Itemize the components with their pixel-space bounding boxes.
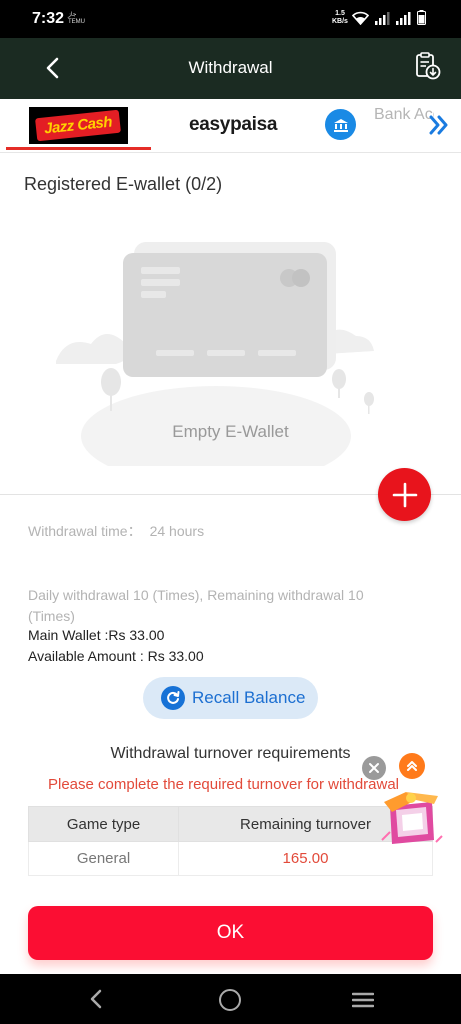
withdrawal-page: 7:32 جاز TEMU 1.5 KB/s Withdrawal Jazz C… [0, 0, 461, 1024]
close-icon [369, 763, 379, 773]
withdrawal-record-button[interactable] [412, 51, 444, 83]
table-header-row: Game type Remaining turnover [28, 806, 433, 842]
nav-home-icon[interactable] [219, 989, 241, 1011]
withdrawal-time: Withdrawal time： 24 hours [28, 521, 204, 541]
add-ewallet-button[interactable] [378, 468, 431, 521]
page-title: Withdrawal [188, 58, 273, 77]
withdrawal-time-label: Withdrawal time： [28, 523, 142, 539]
signal-icon [375, 12, 390, 25]
plus-icon [392, 482, 417, 507]
notification-temu: TEMU [68, 19, 85, 25]
status-bar: 7:32 جاز TEMU 1.5 KB/s [0, 0, 461, 38]
notification-jazz: جاز [68, 12, 77, 18]
withdrawal-time-value: 24 hours [149, 523, 205, 539]
notification-icons: جاز TEMU [68, 12, 85, 26]
column-header-game-type: Game type [28, 806, 179, 842]
network-speed-unit: KB/s [332, 18, 348, 25]
turnover-table: Game type Remaining turnover General 165… [28, 806, 433, 876]
tab-bank-account[interactable] [325, 109, 356, 140]
refresh-icon [161, 686, 185, 710]
turnover-title: Withdrawal turnover requirements [110, 745, 351, 762]
tabs-scroll-right-button[interactable] [426, 113, 452, 137]
system-status-icons [352, 10, 426, 25]
withdrawal-record-icon [416, 52, 441, 80]
scroll-top-button[interactable] [399, 753, 425, 779]
payment-channel-tabs: Jazz Cash easypaisa Bank Account [0, 99, 461, 153]
registered-ewallet-title: Registered E-wallet (0/2) [24, 174, 223, 194]
recall-balance-button[interactable]: Recall Balance [143, 677, 318, 719]
signal-2-icon [396, 12, 411, 25]
empty-wallet-text: Empty E-Wallet [172, 422, 289, 441]
nav-back-icon[interactable] [86, 988, 108, 1010]
status-time: 7:32 [32, 10, 65, 27]
close-promo-button[interactable] [362, 756, 386, 780]
double-chevron-right-icon [429, 115, 448, 135]
turnover-warning: Please complete the required turnover fo… [48, 776, 400, 793]
cell-game-type: General [28, 841, 179, 876]
daily-withdrawal-limit: Daily withdrawal 10 (Times), Remaining w… [28, 587, 364, 624]
system-nav-bar [0, 974, 461, 1024]
jazzcash-logo: Jazz Cash [35, 109, 122, 142]
chevron-up-icon [407, 761, 417, 771]
gift-icon[interactable] [376, 782, 446, 852]
recall-balance-label: Recall Balance [192, 688, 306, 707]
app-header: Withdrawal [0, 38, 461, 99]
nav-recents-icon[interactable] [352, 992, 374, 1008]
table-row: General 165.00 [28, 841, 433, 876]
tab-jazzcash[interactable]: Jazz Cash [29, 107, 128, 144]
network-speed-value: 1.5 [335, 10, 345, 17]
available-amount: Available Amount : Rs 33.00 [28, 648, 204, 664]
main-wallet-balance: Main Wallet :Rs 33.00 [28, 627, 165, 643]
bank-icon [333, 118, 348, 132]
wifi-icon [352, 11, 369, 25]
network-speed: 1.5 KB/s [332, 10, 348, 26]
tab-bank-account-label[interactable]: Bank Account [374, 105, 434, 125]
active-tab-indicator [6, 147, 151, 150]
tab-easypaisa[interactable]: easypaisa [189, 114, 277, 136]
ok-button[interactable]: OK [28, 906, 433, 960]
battery-icon [417, 10, 426, 25]
